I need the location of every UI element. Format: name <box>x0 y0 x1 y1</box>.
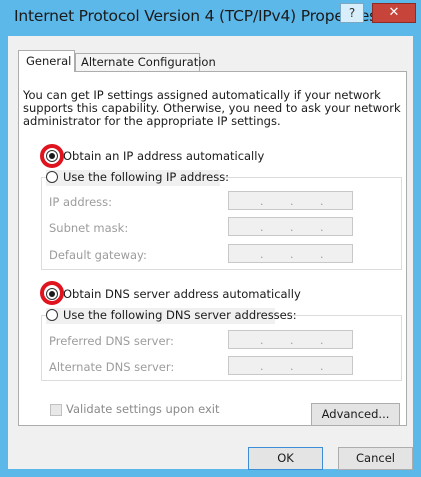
ip-octet-separator: . <box>260 360 264 373</box>
close-icon: ✕ <box>388 5 400 20</box>
tab-general[interactable]: General <box>18 50 75 72</box>
ip-octet-separator: . <box>290 195 294 208</box>
alternate-dns-input[interactable]: . . . <box>228 356 353 375</box>
ip-octet-separator: . <box>260 248 264 261</box>
help-button[interactable]: ? <box>340 3 364 23</box>
default-gateway-input[interactable]: . . . <box>228 244 353 263</box>
radio-label-ip-auto: Obtain an IP address automatically <box>63 149 265 163</box>
radio-use-following-ip[interactable]: Use the following IP address: <box>46 170 229 186</box>
radio-label-ip-manual: Use the following IP address: <box>63 170 230 184</box>
ip-octet-separator: . <box>290 360 294 373</box>
title-bar[interactable]: Internet Protocol Version 4 (TCP/IPv4) P… <box>0 0 421 36</box>
subnet-mask-label: Subnet mask: <box>49 221 129 235</box>
cancel-button[interactable]: Cancel <box>338 447 413 470</box>
ip-octet-separator: . <box>260 221 264 234</box>
ip-address-input[interactable]: . . . <box>228 191 353 210</box>
preferred-dns-label: Preferred DNS server: <box>49 334 174 348</box>
default-gateway-label: Default gateway: <box>49 248 147 262</box>
ip-octet-separator: . <box>290 248 294 261</box>
highlight-ring-ip-auto <box>40 144 64 168</box>
ip-octet-separator: . <box>320 248 324 261</box>
ip-address-label: IP address: <box>49 195 113 209</box>
ip-octet-separator: . <box>320 360 324 373</box>
description-text: You can get IP settings assigned automat… <box>23 88 401 128</box>
ipv4-properties-window: Internet Protocol Version 4 (TCP/IPv4) P… <box>0 0 421 477</box>
ip-octet-separator: . <box>320 195 324 208</box>
radio-button-ip-manual[interactable] <box>46 171 58 183</box>
validate-settings-checkbox[interactable] <box>50 404 62 416</box>
ok-button[interactable]: OK <box>248 447 323 470</box>
subnet-mask-input[interactable]: . . . <box>228 217 353 236</box>
ip-octet-separator: . <box>290 221 294 234</box>
validate-settings-label: Validate settings upon exit <box>66 402 220 416</box>
tab-alternate-configuration[interactable]: Alternate Configuration <box>75 53 216 72</box>
alternate-dns-label: Alternate DNS server: <box>49 360 175 374</box>
ip-octet-separator: . <box>320 334 324 347</box>
window-title: Internet Protocol Version 4 (TCP/IPv4) P… <box>14 7 378 25</box>
highlight-ring-dns-auto <box>40 281 64 305</box>
ip-octet-separator: . <box>260 195 264 208</box>
close-button[interactable]: ✕ <box>372 3 416 23</box>
advanced-button[interactable]: Advanced... <box>311 403 400 426</box>
ip-octet-separator: . <box>260 334 264 347</box>
radio-label-dns-auto: Obtain DNS server address automatically <box>63 287 301 301</box>
radio-use-following-dns[interactable]: Use the following DNS server addresses: <box>46 308 297 324</box>
ip-octet-separator: . <box>320 221 324 234</box>
preferred-dns-input[interactable]: . . . <box>228 330 353 349</box>
help-icon: ? <box>348 6 356 20</box>
radio-button-dns-manual[interactable] <box>46 309 58 321</box>
ip-octet-separator: . <box>290 334 294 347</box>
radio-label-dns-manual: Use the following DNS server addresses: <box>63 308 297 322</box>
dialog-client-area: General Alternate Configuration You can … <box>8 36 413 470</box>
